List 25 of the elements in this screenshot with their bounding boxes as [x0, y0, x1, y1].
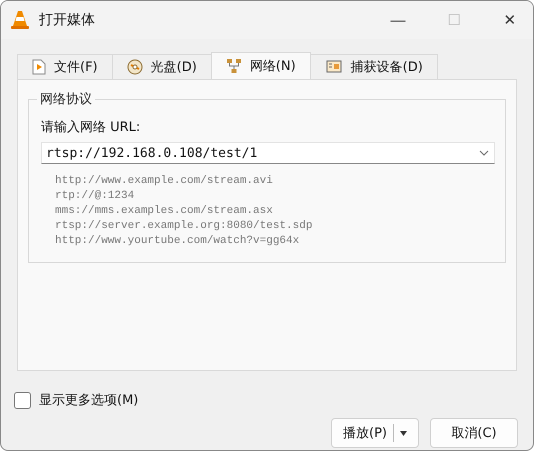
- play-button[interactable]: 播放(P): [331, 418, 419, 448]
- example-url: rtsp://server.example.org:8080/test.sdp: [55, 219, 314, 234]
- tab[interactable]: 网络(N): [210, 52, 311, 79]
- network-icon: [226, 58, 242, 74]
- window-title: 打开媒体: [39, 11, 96, 29]
- tab[interactable]: 文件(F): [17, 54, 113, 79]
- tab[interactable]: 捕获设备(D): [310, 54, 438, 79]
- example-url: mms://mms.examples.com/stream.asx: [55, 204, 274, 219]
- capture-card-icon: [324, 59, 343, 75]
- minimize-button[interactable]: —: [375, 1, 421, 39]
- caret-icon: [400, 430, 407, 436]
- example-url: http://www.yourtube.com/watch?v=gg64x: [55, 234, 300, 249]
- url-prompt: 请输入网络 URL:: [41, 119, 142, 136]
- document-icon: [32, 59, 46, 75]
- group-title: 网络协议: [37, 90, 95, 108]
- traffic-cone-icon: [11, 10, 29, 30]
- checkbox-label: 显示更多选项(M): [39, 392, 138, 409]
- chevron-down-icon[interactable]: [479, 150, 489, 156]
- example-url: rtp://@:1234: [55, 189, 136, 204]
- checkbox[interactable]: [14, 392, 31, 408]
- disc-icon: [126, 59, 143, 75]
- close-button[interactable]: ✕: [487, 1, 533, 39]
- cancel-button[interactable]: 取消(C): [430, 418, 518, 448]
- example-url: http://www.example.com/stream.avi: [55, 174, 274, 189]
- url-combo-box[interactable]: rtsp://192.168.0.108/test/1: [41, 142, 495, 164]
